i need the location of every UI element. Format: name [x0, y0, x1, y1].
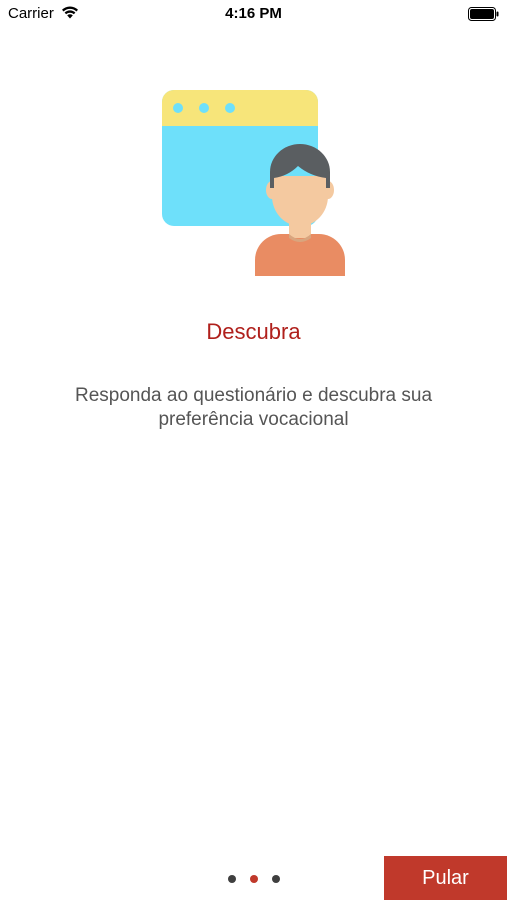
onboarding-illustration [162, 90, 345, 276]
onboarding-title: Descubra [206, 319, 301, 344]
status-bar: Carrier 4:16 PM [0, 0, 507, 28]
page-dot-1[interactable] [228, 875, 236, 883]
status-time: 4:16 PM [225, 5, 282, 22]
skip-button[interactable]: Pular [384, 856, 507, 900]
page-indicator[interactable] [228, 874, 280, 884]
page-dot-2-active[interactable] [250, 875, 258, 883]
battery-icon [468, 7, 499, 21]
onboarding-description: Responda ao questionário e descubra sua … [74, 385, 433, 430]
page-dot-3[interactable] [272, 875, 280, 883]
